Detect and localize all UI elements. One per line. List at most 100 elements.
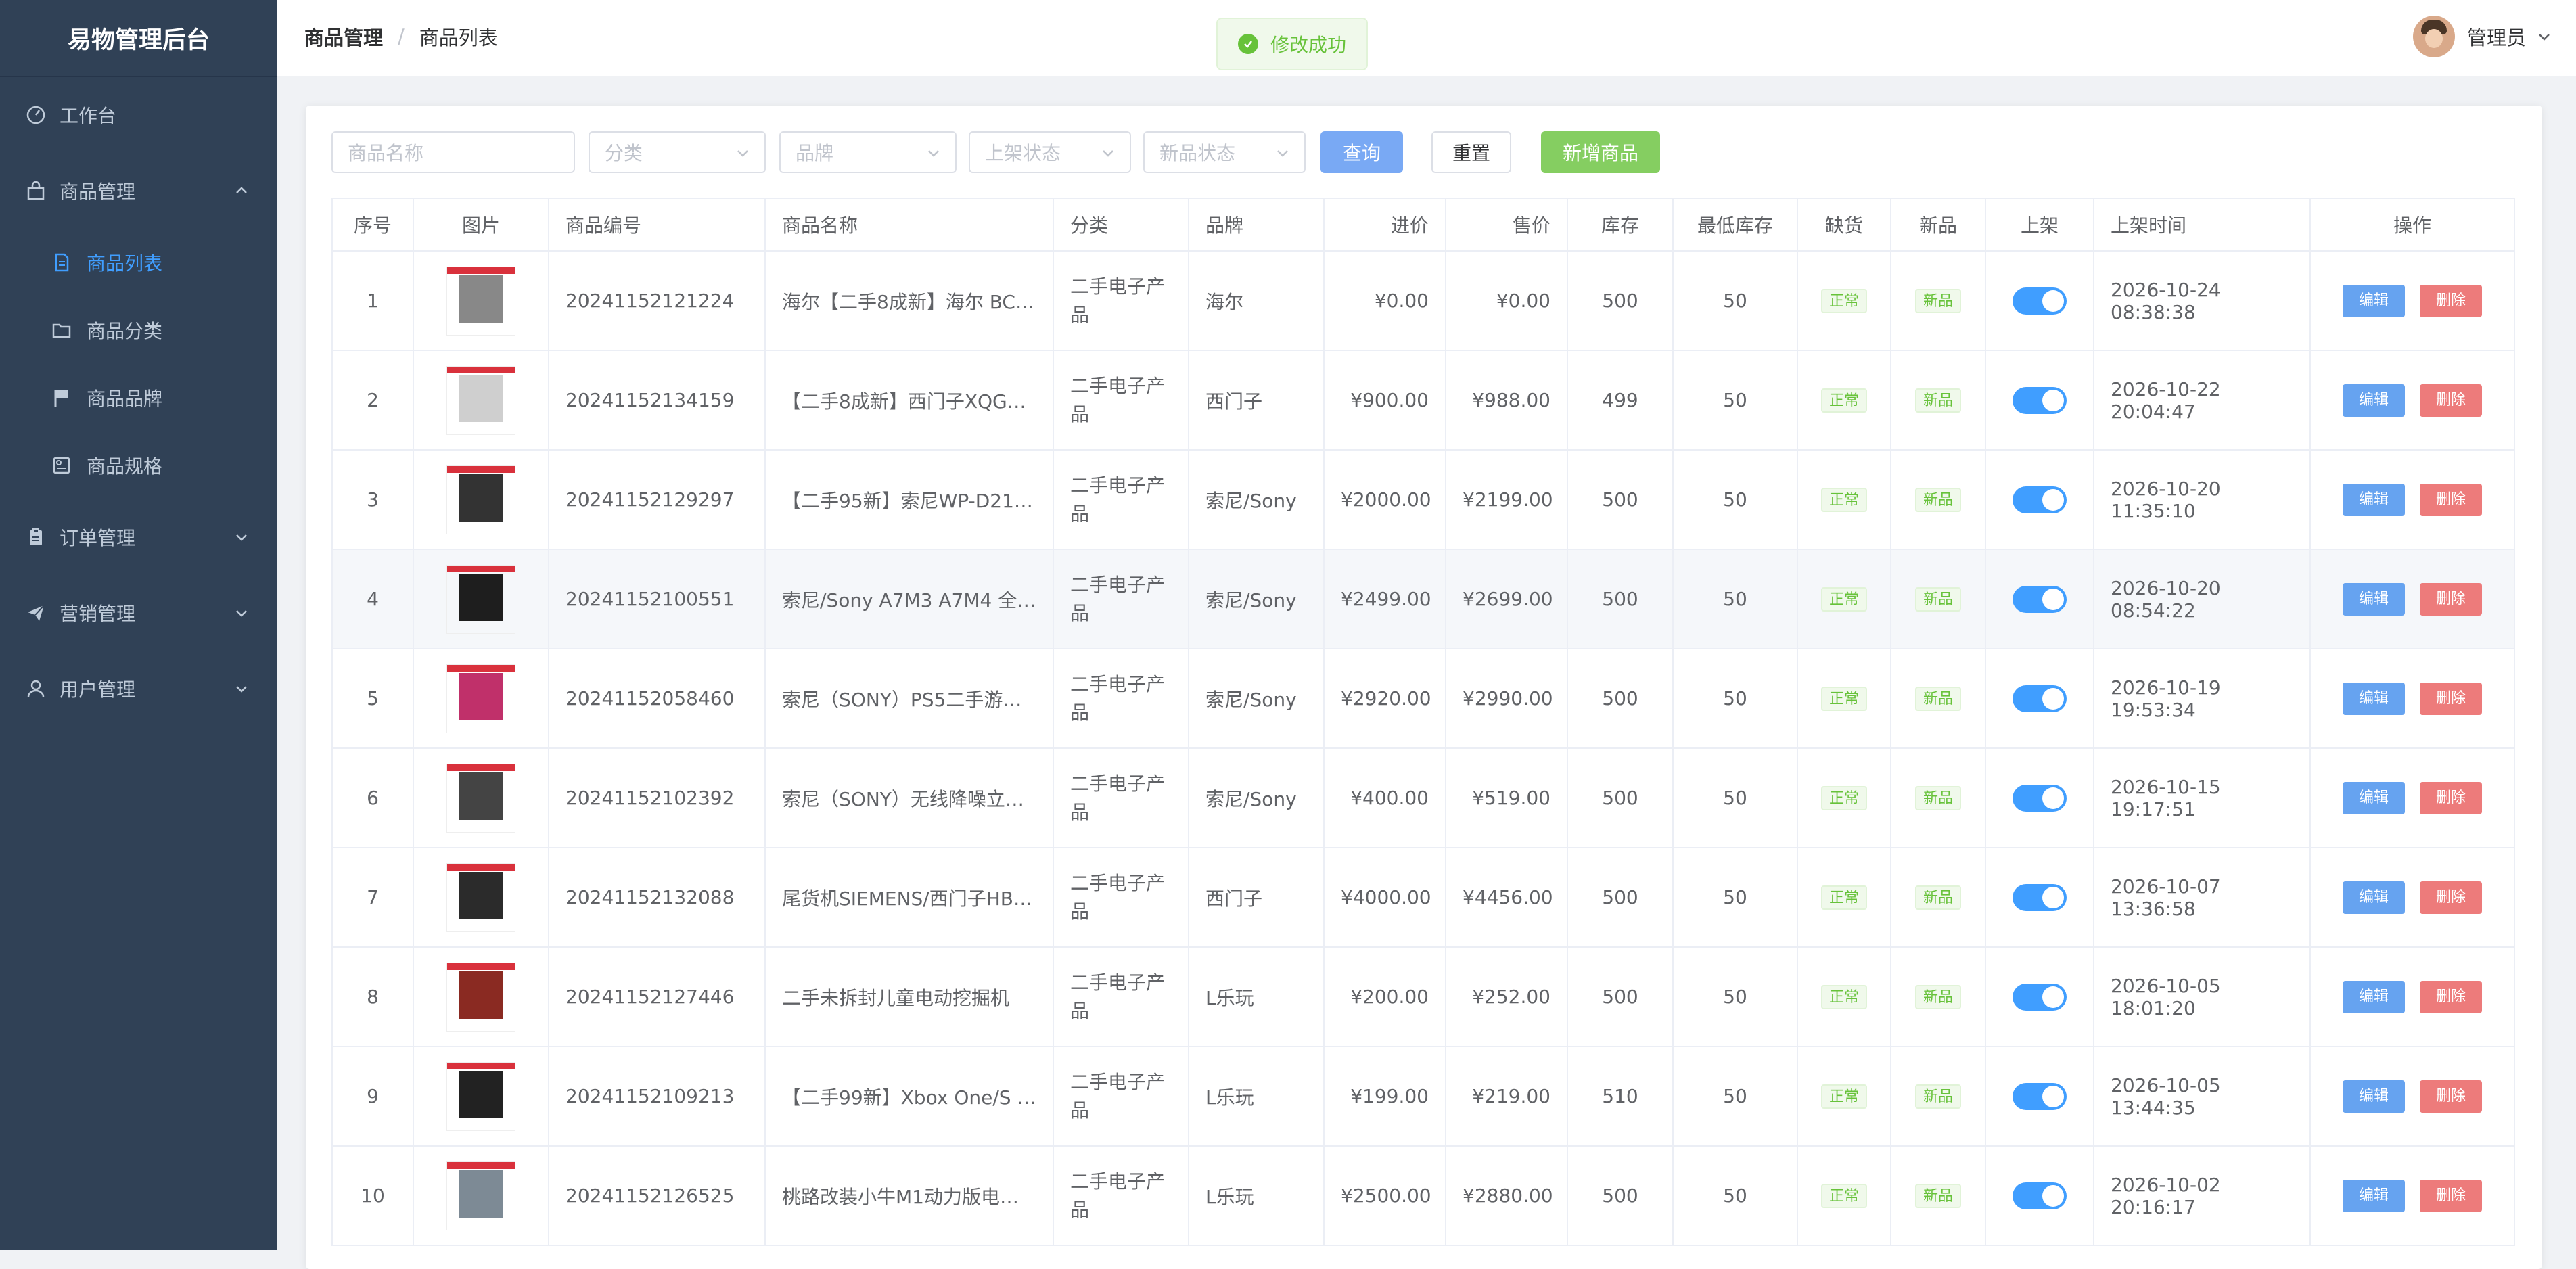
cell-shelf-time: 2026-10-02 20:16:17 xyxy=(2093,1145,2311,1246)
sidebar-item-product-category[interactable]: 商品分类 xyxy=(0,310,277,350)
shelf-status-select[interactable]: 上架状态 xyxy=(969,131,1131,173)
product-thumbnail[interactable] xyxy=(446,564,515,634)
on-shelf-toggle[interactable] xyxy=(2013,784,2067,812)
edit-button[interactable]: 编辑 xyxy=(2342,980,2405,1013)
delete-button[interactable]: 删除 xyxy=(2420,781,2483,814)
sidebar-item-product-brand[interactable]: 商品品牌 xyxy=(0,377,277,418)
stock-status-tag: 正常 xyxy=(1820,885,1867,910)
cell-image xyxy=(413,1145,549,1246)
product-thumbnail[interactable] xyxy=(446,465,515,534)
on-shelf-toggle[interactable] xyxy=(2013,685,2067,712)
new-status-select[interactable]: 新品状态 xyxy=(1143,131,1306,173)
cell-cost: ¥4000.00 xyxy=(1323,847,1446,948)
edit-button[interactable]: 编辑 xyxy=(2342,881,2405,914)
edit-button[interactable]: 编辑 xyxy=(2342,1179,2405,1212)
edit-button[interactable]: 编辑 xyxy=(2342,384,2405,417)
col-header-code: 商品编号 xyxy=(548,198,766,252)
sidebar-item-product-management[interactable]: 商品管理 xyxy=(0,170,277,211)
product-thumbnail[interactable] xyxy=(446,1161,515,1230)
cell-min-stock: 50 xyxy=(1672,250,1798,351)
chevron-down-icon xyxy=(925,145,942,161)
add-product-button[interactable]: 新增商品 xyxy=(1541,131,1660,173)
product-thumbnail[interactable] xyxy=(446,862,515,932)
cell-actions: 编辑 删除 xyxy=(2309,648,2515,749)
delete-button[interactable]: 删除 xyxy=(2420,384,2483,417)
product-thumbnail[interactable] xyxy=(446,266,515,336)
sidebar-item-user-management[interactable]: 用户管理 xyxy=(0,668,277,709)
cell-stock-status: 正常 xyxy=(1797,648,1891,749)
edit-button[interactable]: 编辑 xyxy=(2342,483,2405,516)
delete-button[interactable]: 删除 xyxy=(2420,980,2483,1013)
delete-button[interactable]: 删除 xyxy=(2420,682,2483,715)
new-tag: 新品 xyxy=(1914,388,1961,413)
new-tag: 新品 xyxy=(1914,488,1961,512)
delete-button[interactable]: 删除 xyxy=(2420,1080,2483,1113)
category-select[interactable]: 分类 xyxy=(589,131,766,173)
product-thumbnail[interactable] xyxy=(446,763,515,833)
cell-no: 9 xyxy=(331,1046,414,1147)
edit-button[interactable]: 编辑 xyxy=(2342,1080,2405,1113)
sidebar-item-label: 商品列表 xyxy=(87,252,163,275)
chevron-down-icon xyxy=(1100,145,1116,161)
cell-no: 2 xyxy=(331,350,414,451)
on-shelf-toggle[interactable] xyxy=(2013,983,2067,1011)
delete-button[interactable]: 删除 xyxy=(2420,1179,2483,1212)
cell-stock-status: 正常 xyxy=(1797,946,1891,1047)
product-thumbnail[interactable] xyxy=(446,1061,515,1131)
query-button[interactable]: 查询 xyxy=(1320,131,1403,173)
edit-button[interactable]: 编辑 xyxy=(2342,682,2405,715)
on-shelf-toggle[interactable] xyxy=(2013,883,2067,911)
cell-actions: 编辑 删除 xyxy=(2309,747,2515,848)
delete-button[interactable]: 删除 xyxy=(2420,881,2483,914)
stock-status-tag: 正常 xyxy=(1820,587,1867,612)
delete-button[interactable]: 删除 xyxy=(2420,582,2483,616)
cell-name: 索尼（SONY）PS5二手游… xyxy=(764,648,1054,749)
sidebar-item-marketing[interactable]: 营销管理 xyxy=(0,593,277,633)
thumb-product-shape xyxy=(459,871,503,919)
edit-button[interactable]: 编辑 xyxy=(2342,284,2405,317)
toast-message: 修改成功 xyxy=(1270,34,1347,56)
on-shelf-toggle[interactable] xyxy=(2013,1082,2067,1110)
new-tag: 新品 xyxy=(1914,1184,1961,1208)
cell-image xyxy=(413,449,549,550)
edit-button[interactable]: 编辑 xyxy=(2342,582,2405,616)
brand-select[interactable]: 品牌 xyxy=(779,131,957,173)
cell-new: 新品 xyxy=(1890,350,1986,451)
cell-cost: ¥400.00 xyxy=(1323,747,1446,848)
table-row: 2 20241152134159 【二手8成新】西门子XQG5… 二手电子产品 西门子 ¥… xyxy=(331,350,2515,451)
on-shelf-toggle[interactable] xyxy=(2013,486,2067,513)
sidebar-item-product-spec[interactable]: 商品规格 xyxy=(0,445,277,486)
sidebar-item-product-list[interactable]: 商品列表 xyxy=(0,242,277,283)
cell-shelf-time: 2026-10-22 20:04:47 xyxy=(2093,350,2311,451)
cell-stock: 500 xyxy=(1567,847,1674,948)
col-header-category: 分类 xyxy=(1053,198,1189,252)
sidebar-item-dashboard[interactable]: 工作台 xyxy=(0,95,277,135)
sidebar-item-order-management[interactable]: 订单管理 xyxy=(0,517,277,557)
on-shelf-toggle[interactable] xyxy=(2013,1182,2067,1209)
app-logo-title: 易物管理后台 xyxy=(0,0,277,77)
product-thumbnail[interactable] xyxy=(446,664,515,733)
edit-button[interactable]: 编辑 xyxy=(2342,781,2405,814)
brand-placeholder: 品牌 xyxy=(796,142,834,164)
cell-brand: L乐玩 xyxy=(1188,946,1325,1047)
delete-button[interactable]: 删除 xyxy=(2420,483,2483,516)
product-name-input[interactable]: 商品名称 xyxy=(331,131,575,173)
cell-no: 10 xyxy=(331,1145,414,1246)
reset-button[interactable]: 重置 xyxy=(1431,131,1511,173)
thumb-banner xyxy=(447,664,515,672)
sidebar-item-label: 工作台 xyxy=(60,105,117,127)
delete-button[interactable]: 删除 xyxy=(2420,284,2483,317)
stock-status-tag: 正常 xyxy=(1820,1084,1867,1109)
folder-icon xyxy=(50,319,73,342)
user-menu[interactable]: 管理员 xyxy=(2412,15,2553,58)
cell-price: ¥988.00 xyxy=(1445,350,1568,451)
on-shelf-toggle[interactable] xyxy=(2013,585,2067,613)
product-thumbnail[interactable] xyxy=(446,365,515,435)
on-shelf-toggle[interactable] xyxy=(2013,287,2067,315)
breadcrumb-item-product-management[interactable]: 商品管理 xyxy=(304,22,383,51)
table-row: 7 20241152132088 尾货机SIEMENS/西门子HB… 二手电子产品 西门… xyxy=(331,847,2515,948)
cell-actions: 编辑 删除 xyxy=(2309,549,2515,649)
on-shelf-toggle[interactable] xyxy=(2013,386,2067,414)
cell-actions: 编辑 删除 xyxy=(2309,250,2515,351)
product-thumbnail[interactable] xyxy=(446,962,515,1032)
